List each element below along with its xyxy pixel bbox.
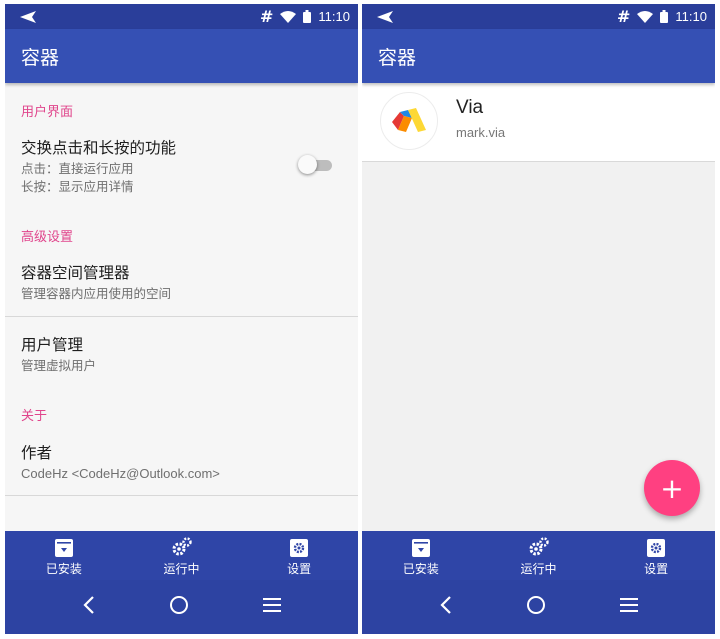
send-notification-icon (20, 10, 36, 23)
nav-label: 运行中 (520, 561, 557, 576)
nav-running[interactable]: 运行中 (480, 531, 598, 580)
pref-title: 作者 (21, 444, 53, 462)
app-name: Via (456, 97, 484, 118)
status-bar: # 11:10 (362, 4, 715, 29)
bottom-navigation: 已安装 运行中 设置 (362, 531, 715, 580)
gears-icon (171, 535, 193, 557)
system-navigation-bar (362, 580, 715, 634)
hash-notification-icon: # (260, 7, 274, 26)
home-icon[interactable] (169, 595, 189, 619)
menu-icon[interactable] (620, 597, 639, 617)
settings-icon (647, 535, 666, 557)
section-header-ui: 用户界面 (21, 105, 74, 120)
status-bar: # 11:10 (5, 4, 358, 29)
app-list-item-via[interactable]: Via mark.via (362, 83, 715, 162)
pref-subtitle-line-2: 长按：显示应用详情 (21, 179, 134, 194)
add-app-button[interactable]: + (644, 460, 700, 516)
clock: 11:10 (318, 9, 350, 24)
nav-label: 已安装 (45, 561, 82, 576)
home-icon[interactable] (526, 595, 546, 619)
gears-icon (528, 535, 550, 557)
wifi-icon (280, 10, 297, 23)
pref-storage-manager[interactable]: 容器空间管理器 管理容器内应用使用的空间 (5, 261, 358, 301)
send-notification-icon (377, 10, 393, 23)
app-package: mark.via (456, 125, 506, 140)
nav-label: 已安装 (402, 561, 439, 576)
hash-notification-icon: # (617, 7, 631, 26)
nav-label: 设置 (287, 561, 312, 576)
nav-settings[interactable]: 设置 (240, 531, 358, 580)
pref-subtitle: 管理容器内应用使用的空间 (21, 286, 172, 301)
settings-list: 用户界面 交换点击和长按的功能 点击：直接运行应用 长按：显示应用详情 高级设置… (5, 83, 358, 531)
page-title: 容器 (378, 46, 417, 69)
divider (5, 316, 358, 317)
settings-icon (290, 535, 309, 557)
page-title: 容器 (21, 46, 60, 69)
archive-icon (411, 535, 430, 557)
nav-label: 设置 (644, 561, 669, 576)
nav-running[interactable]: 运行中 (123, 531, 241, 580)
back-icon[interactable] (439, 595, 453, 619)
pref-subtitle: 管理虚拟用户 (21, 358, 97, 373)
archive-icon (54, 535, 73, 557)
pref-author[interactable]: 作者 CodeHz <CodeHz@Outlook.com> (5, 441, 358, 481)
pref-subtitle: CodeHz <CodeHz@Outlook.com> (21, 466, 220, 481)
nav-installed[interactable]: 已安装 (5, 531, 123, 580)
plus-icon: + (660, 471, 684, 505)
menu-icon[interactable] (263, 597, 282, 617)
apps-screen: # 11:10 容器 Via mark.via + 已安装 运行中 设置 (362, 4, 715, 634)
pref-user-management[interactable]: 用户管理 管理虚拟用户 (5, 333, 358, 373)
divider (5, 495, 358, 496)
app-bar: 容器 (5, 29, 358, 83)
back-icon[interactable] (82, 595, 96, 619)
settings-screen: # 11:10 容器 用户界面 交换点击和长按的功能 点击：直接运行应用 长按：… (5, 4, 358, 634)
nav-settings[interactable]: 设置 (597, 531, 715, 580)
wifi-icon (637, 10, 654, 23)
pref-title: 用户管理 (21, 336, 84, 354)
section-header-advanced: 高级设置 (21, 230, 74, 245)
battery-icon (303, 10, 312, 23)
nav-installed[interactable]: 已安装 (362, 531, 480, 580)
app-bar: 容器 (362, 29, 715, 83)
swap-function-toggle[interactable] (298, 155, 332, 174)
battery-icon (660, 10, 669, 23)
bottom-navigation: 已安装 运行中 设置 (5, 531, 358, 580)
pref-title: 容器空间管理器 (21, 264, 130, 282)
clock: 11:10 (675, 9, 707, 24)
pref-swap-click-longpress[interactable]: 交换点击和长按的功能 点击：直接运行应用 长按：显示应用详情 (5, 136, 358, 196)
nav-label: 运行中 (163, 561, 200, 576)
section-header-about: 关于 (21, 409, 48, 424)
via-app-icon (380, 92, 438, 150)
system-navigation-bar (5, 580, 358, 634)
